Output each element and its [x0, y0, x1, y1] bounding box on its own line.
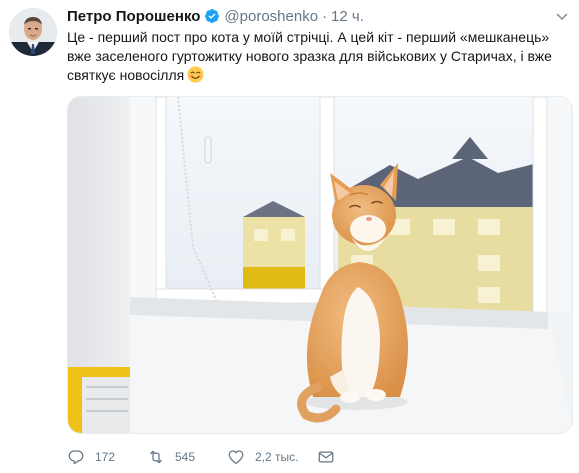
tweet-photo[interactable]: [67, 96, 573, 434]
author-name[interactable]: Петро Порошенко: [67, 8, 200, 25]
tweet[interactable]: Петро Порошенко @poroshenko · 12 ч. Це -…: [0, 0, 579, 473]
timestamp[interactable]: 12 ч.: [331, 8, 364, 25]
verified-badge-icon: [204, 8, 220, 24]
heart-icon: [228, 450, 244, 465]
author-handle[interactable]: @poroshenko: [224, 8, 318, 25]
direct-message-button[interactable]: [317, 448, 347, 466]
smiling-face-emoji-icon: [187, 66, 204, 83]
cat-on-windowsill-image: [68, 97, 572, 433]
avatar[interactable]: [9, 8, 57, 56]
tweet-header: Петро Порошенко @poroshenko · 12 ч.: [67, 6, 364, 26]
tweet-text-body: Це - перший пост про кота у моїй стрічці…: [67, 29, 552, 83]
reply-button[interactable]: 172: [67, 448, 147, 466]
tweet-text: Це - перший пост про кота у моїй стрічці…: [67, 28, 567, 85]
chevron-down-icon[interactable]: [556, 10, 568, 22]
retweet-icon: [150, 450, 162, 464]
retweet-count: 545: [175, 450, 196, 464]
tweet-actions: 172 545 2,2 тыс.: [67, 446, 347, 468]
like-button[interactable]: 2,2 тыс.: [227, 448, 317, 466]
avatar-image: [9, 8, 57, 56]
reply-count: 172: [95, 450, 116, 464]
retweet-button[interactable]: 545: [147, 448, 227, 466]
like-count: 2,2 тыс.: [255, 450, 299, 464]
envelope-icon: [318, 451, 334, 463]
separator-dot: ·: [322, 7, 328, 25]
reply-icon: [68, 450, 84, 465]
